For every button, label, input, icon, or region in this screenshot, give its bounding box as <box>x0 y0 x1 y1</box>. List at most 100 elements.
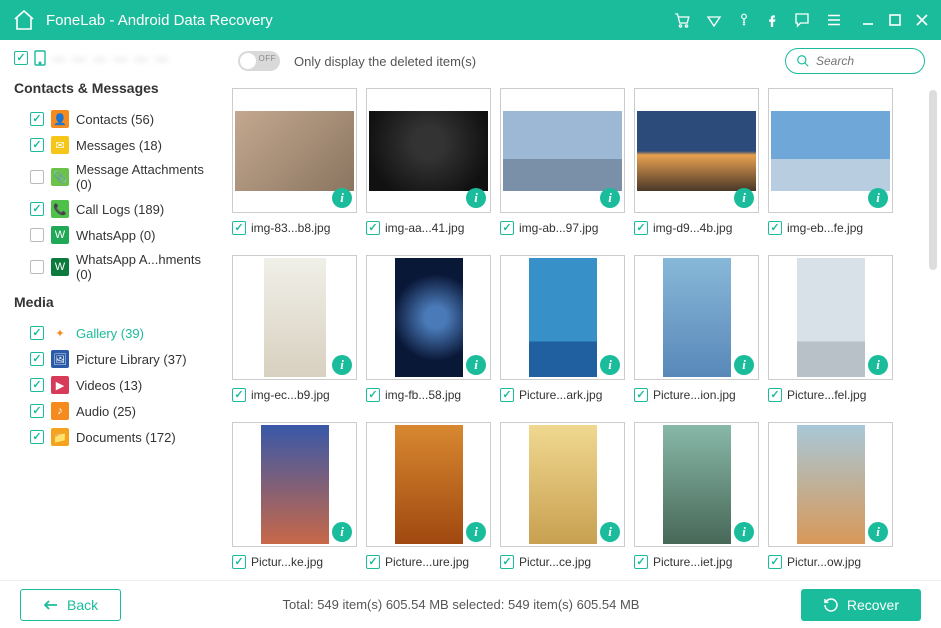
contacts-item[interactable]: 👤Contacts (56) <box>14 106 210 132</box>
thumbnail-frame[interactable]: i <box>500 255 625 380</box>
thumbnail-frame[interactable]: i <box>366 422 491 547</box>
thumbnail-frame[interactable]: i <box>366 88 491 213</box>
thumbnail-item[interactable]: iimg-aa...41.jpg <box>366 88 496 235</box>
thumbnail-frame[interactable]: i <box>768 88 893 213</box>
thumbnail-checkbox[interactable] <box>500 221 514 235</box>
thumbnail-frame[interactable]: i <box>366 255 491 380</box>
contacts-item[interactable]: WWhatsApp (0) <box>14 222 210 248</box>
vertical-scrollbar[interactable] <box>929 90 939 570</box>
contacts-item[interactable]: 📎Message Attachments (0) <box>14 158 210 196</box>
thumbnail-checkbox[interactable] <box>500 388 514 402</box>
thumbnail-frame[interactable]: i <box>768 422 893 547</box>
thumbnail-checkbox[interactable] <box>366 555 380 569</box>
device-row[interactable]: — — — — — — <box>14 50 210 66</box>
thumbnail-item[interactable]: iPictur...ke.jpg <box>232 422 362 569</box>
info-icon[interactable]: i <box>332 188 352 208</box>
scrollbar-thumb[interactable] <box>929 90 937 270</box>
wifi-icon[interactable] <box>705 11 723 29</box>
facebook-icon[interactable] <box>765 11 779 29</box>
info-icon[interactable]: i <box>466 355 486 375</box>
info-icon[interactable]: i <box>332 355 352 375</box>
thumbnail-grid-wrap[interactable]: iimg-83...b8.jpgiimg-aa...41.jpgiimg-ab.… <box>222 82 941 580</box>
thumbnail-frame[interactable]: i <box>634 88 759 213</box>
recover-button[interactable]: Recover <box>801 589 921 621</box>
info-icon[interactable]: i <box>868 355 888 375</box>
media-item[interactable]: ✦Gallery (39) <box>14 320 210 346</box>
media-item[interactable]: 📁Documents (172) <box>14 424 210 450</box>
thumbnail-item[interactable]: iimg-fb...58.jpg <box>366 255 496 402</box>
contacts-item[interactable]: ✉Messages (18) <box>14 132 210 158</box>
item-checkbox[interactable] <box>30 202 44 216</box>
contacts-item[interactable]: WWhatsApp A...hments (0) <box>14 248 210 286</box>
minimize-icon[interactable] <box>861 13 875 27</box>
thumbnail-checkbox[interactable] <box>768 388 782 402</box>
thumbnail-item[interactable]: iimg-ab...97.jpg <box>500 88 630 235</box>
feedback-icon[interactable] <box>793 11 811 29</box>
item-checkbox[interactable] <box>30 404 44 418</box>
item-checkbox[interactable] <box>30 138 44 152</box>
info-icon[interactable]: i <box>466 522 486 542</box>
media-item[interactable]: ♪Audio (25) <box>14 398 210 424</box>
thumbnail-item[interactable]: iimg-ec...b9.jpg <box>232 255 362 402</box>
contacts-item[interactable]: 📞Call Logs (189) <box>14 196 210 222</box>
item-checkbox[interactable] <box>30 112 44 126</box>
item-checkbox[interactable] <box>30 170 44 184</box>
close-icon[interactable] <box>915 13 929 27</box>
info-icon[interactable]: i <box>734 188 754 208</box>
item-checkbox[interactable] <box>30 260 44 274</box>
search-box[interactable] <box>785 48 925 74</box>
deleted-only-toggle[interactable]: OFF <box>238 51 280 71</box>
thumbnail-frame[interactable]: i <box>232 88 357 213</box>
info-icon[interactable]: i <box>332 522 352 542</box>
key-icon[interactable] <box>737 11 751 29</box>
cart-icon[interactable] <box>673 11 691 29</box>
thumbnail-item[interactable]: iimg-eb...fe.jpg <box>768 88 898 235</box>
thumbnail-checkbox[interactable] <box>634 221 648 235</box>
menu-icon[interactable] <box>825 11 843 29</box>
info-icon[interactable]: i <box>600 522 620 542</box>
info-icon[interactable]: i <box>734 355 754 375</box>
thumbnail-checkbox[interactable] <box>232 555 246 569</box>
thumbnail-checkbox[interactable] <box>768 555 782 569</box>
info-icon[interactable]: i <box>600 188 620 208</box>
info-icon[interactable]: i <box>868 188 888 208</box>
thumbnail-item[interactable]: iPicture...iet.jpg <box>634 422 764 569</box>
thumbnail-item[interactable]: iPicture...fel.jpg <box>768 255 898 402</box>
info-icon[interactable]: i <box>600 355 620 375</box>
thumbnail-frame[interactable]: i <box>768 255 893 380</box>
thumbnail-frame[interactable]: i <box>232 422 357 547</box>
item-checkbox[interactable] <box>30 378 44 392</box>
info-icon[interactable]: i <box>734 522 754 542</box>
thumbnail-checkbox[interactable] <box>634 555 648 569</box>
thumbnail-checkbox[interactable] <box>500 555 514 569</box>
thumbnail-item[interactable]: iPicture...ark.jpg <box>500 255 630 402</box>
thumbnail-checkbox[interactable] <box>232 221 246 235</box>
thumbnail-item[interactable]: iPicture...ure.jpg <box>366 422 496 569</box>
thumbnail-item[interactable]: iPictur...ow.jpg <box>768 422 898 569</box>
thumbnail-frame[interactable]: i <box>500 88 625 213</box>
thumbnail-item[interactable]: iPictur...ce.jpg <box>500 422 630 569</box>
item-checkbox[interactable] <box>30 430 44 444</box>
thumbnail-frame[interactable]: i <box>634 255 759 380</box>
device-checkbox[interactable] <box>14 51 28 65</box>
thumbnail-checkbox[interactable] <box>366 221 380 235</box>
info-icon[interactable]: i <box>466 188 486 208</box>
thumbnail-checkbox[interactable] <box>634 388 648 402</box>
thumbnail-frame[interactable]: i <box>634 422 759 547</box>
item-checkbox[interactable] <box>30 352 44 366</box>
item-checkbox[interactable] <box>30 228 44 242</box>
thumbnail-item[interactable]: iimg-83...b8.jpg <box>232 88 362 235</box>
info-icon[interactable]: i <box>868 522 888 542</box>
thumbnail-frame[interactable]: i <box>232 255 357 380</box>
thumbnail-item[interactable]: iPicture...ion.jpg <box>634 255 764 402</box>
item-checkbox[interactable] <box>30 326 44 340</box>
thumbnail-checkbox[interactable] <box>768 221 782 235</box>
thumbnail-item[interactable]: iimg-d9...4b.jpg <box>634 88 764 235</box>
media-item[interactable]: ▶Videos (13) <box>14 372 210 398</box>
thumbnail-checkbox[interactable] <box>366 388 380 402</box>
maximize-icon[interactable] <box>889 14 901 26</box>
search-input[interactable] <box>816 54 914 68</box>
home-icon[interactable] <box>12 8 36 32</box>
thumbnail-frame[interactable]: i <box>500 422 625 547</box>
media-item[interactable]: 🖼Picture Library (37) <box>14 346 210 372</box>
